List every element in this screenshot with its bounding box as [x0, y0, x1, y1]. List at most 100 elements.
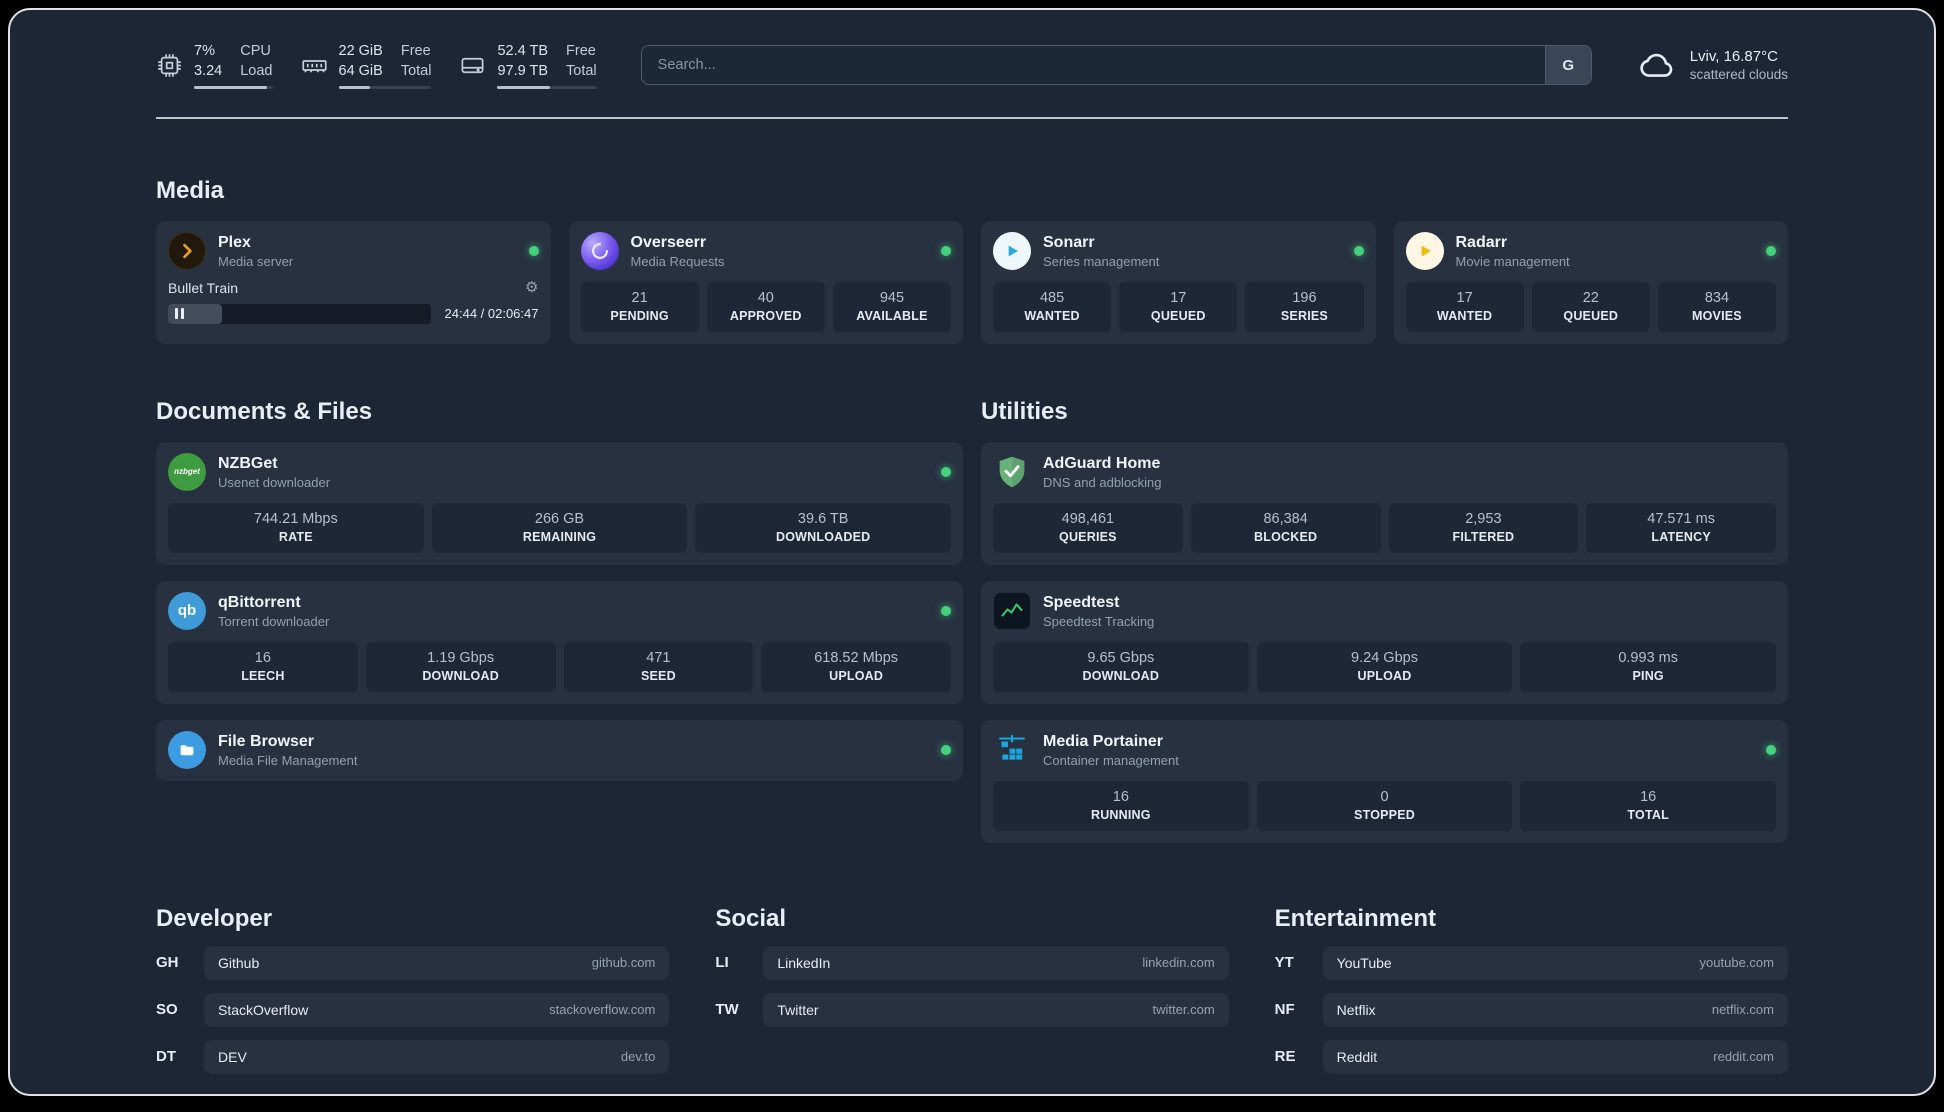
nzbget-icon: nzbget — [168, 452, 206, 491]
bookmark-domain: stackoverflow.com — [549, 1002, 656, 1018]
stat-value: 16 — [1640, 788, 1657, 805]
search-bar: G — [640, 45, 1592, 86]
search-provider-button[interactable]: G — [1544, 46, 1591, 85]
bookmark-row-dev: DT DEV dev.to — [156, 1039, 670, 1074]
stat-label: LATENCY — [1651, 529, 1711, 544]
stat-value: 16 — [1112, 788, 1129, 805]
stat-value: 1.19 Gbps — [427, 649, 495, 666]
stat-label: AVAILABLE — [856, 308, 928, 323]
bookmark-domain: reddit.com — [1713, 1049, 1774, 1065]
stat-tile: 0.993 ms PING — [1520, 641, 1777, 692]
cpu-load-value: 3.24 — [194, 62, 223, 79]
radarr-service-link[interactable]: Radarr Movie management — [1405, 231, 1776, 270]
stat-tile: 16 TOTAL — [1520, 780, 1777, 831]
service-card-radarr: Radarr Movie management 17 WANTED 22 QUE… — [1393, 220, 1788, 344]
service-card-adguard: AdGuard Home DNS and adblocking 498,461 … — [981, 441, 1788, 565]
stat-label: DOWNLOAD — [422, 668, 499, 683]
bookmark-link-netflix[interactable]: Netflix netflix.com — [1322, 992, 1788, 1027]
stat-tile: 39.6 TB DOWNLOADED — [695, 502, 952, 553]
bookmark-abbr: RE — [1274, 1048, 1296, 1066]
section-title-developer: Developer — [156, 904, 273, 932]
service-subtitle: DNS and adblocking — [1043, 474, 1162, 490]
stat-value: 498,461 — [1061, 510, 1115, 527]
adguard-shield-icon — [993, 453, 1031, 491]
bookmark-link-dev[interactable]: DEV dev.to — [204, 1039, 670, 1074]
playback-progress-bar[interactable] — [168, 303, 431, 324]
stat-tile: 1.19 Gbps DOWNLOAD — [365, 641, 556, 692]
overseerr-service-link[interactable]: Overseerr Media Requests — [580, 231, 951, 270]
bookmark-link-twitter[interactable]: Twitter twitter.com — [763, 992, 1229, 1027]
bookmark-link-reddit[interactable]: Reddit reddit.com — [1322, 1039, 1788, 1074]
bookmark-domain: youtube.com — [1699, 955, 1774, 971]
stat-label: QUEUED — [1150, 308, 1206, 323]
speedtest-service-link[interactable]: Speedtest Speedtest Tracking — [993, 591, 1776, 630]
stat-value: 47.571 ms — [1647, 510, 1715, 527]
service-subtitle: Usenet downloader — [218, 474, 331, 490]
disk-total-label: Total — [566, 62, 597, 79]
stat-label: TOTAL — [1627, 807, 1669, 822]
stat-label: LEECH — [241, 668, 285, 683]
adguard-service-link[interactable]: AdGuard Home DNS and adblocking — [993, 453, 1776, 491]
bookmark-group-entertainment: Entertainment YT YouTube youtube.com NF … — [1275, 905, 1788, 1074]
service-subtitle: Speedtest Tracking — [1043, 613, 1155, 629]
bookmark-row-netflix: NF Netflix netflix.com — [1274, 992, 1788, 1027]
portainer-service-link[interactable]: Media Portainer Container management — [993, 731, 1776, 769]
stat-tile: 16 LEECH — [168, 641, 358, 692]
bookmark-row-github: GH Github github.com — [156, 945, 670, 980]
bookmark-name: Github — [218, 954, 260, 971]
service-card-overseerr: Overseerr Media Requests 21 PENDING 40 A… — [568, 220, 963, 344]
bookmark-abbr: YT — [1274, 954, 1294, 972]
stat-tile: 17 WANTED — [1405, 281, 1524, 332]
status-dot — [1353, 245, 1364, 256]
search-input[interactable] — [641, 46, 1545, 85]
cpu-label: CPU — [240, 43, 271, 59]
weather-location: Lviv, 16.87°C — [1689, 48, 1778, 66]
bookmark-name: DEV — [218, 1048, 247, 1065]
status-dot — [1766, 245, 1776, 256]
stat-value: 485 — [1039, 289, 1065, 306]
bookmark-link-stackoverflow[interactable]: StackOverflow stackoverflow.com — [204, 992, 670, 1027]
stat-label: UPLOAD — [829, 668, 884, 683]
bookmark-link-github[interactable]: Github github.com — [204, 945, 670, 980]
service-subtitle: Container management — [1043, 752, 1179, 768]
stat-tile: 0 STOPPED — [1256, 780, 1513, 831]
stat-tile: 21 PENDING — [580, 281, 699, 332]
bookmark-domain: twitter.com — [1152, 1002, 1215, 1018]
stat-value: 0 — [1380, 788, 1389, 805]
stat-value: 0.993 ms — [1618, 649, 1678, 666]
bookmark-link-youtube[interactable]: YouTube youtube.com — [1322, 945, 1788, 980]
portainer-icon — [993, 731, 1031, 769]
qbittorrent-service-link[interactable]: qb qBittorrent Torrent downloader — [168, 591, 951, 630]
stat-label: DOWNLOAD — [1082, 668, 1160, 683]
stat-tile: 834 MOVIES — [1657, 281, 1777, 332]
cpu-load-label: Load — [240, 62, 273, 79]
service-name: NZBGet — [218, 454, 278, 472]
stat-label: REMAINING — [522, 529, 597, 544]
bookmark-abbr: GH — [156, 954, 179, 972]
plex-now-playing: Bullet Train ⚙ 24:44 / 02:06:47 — [168, 280, 539, 324]
bookmark-abbr: LI — [715, 954, 729, 972]
service-subtitle: Movie management — [1455, 253, 1570, 269]
now-playing-title: Bullet Train — [168, 279, 239, 296]
bookmark-link-linkedin[interactable]: LinkedIn linkedin.com — [763, 945, 1229, 980]
gear-icon[interactable]: ⚙ — [525, 280, 538, 295]
bookmark-abbr: NF — [1274, 1001, 1295, 1019]
filebrowser-service-link[interactable]: File Browser Media File Management — [168, 730, 951, 769]
status-dot — [941, 466, 951, 477]
filebrowser-icon — [168, 730, 206, 769]
stat-tile: 485 WANTED — [993, 281, 1112, 332]
section-title-utilities: Utilities — [981, 397, 1068, 425]
stat-value: 196 — [1292, 289, 1317, 306]
weather-widget: Lviv, 16.87°C scattered clouds — [1636, 44, 1788, 86]
playback-time: 24:44 / 02:06:47 — [444, 306, 539, 322]
pause-button[interactable] — [175, 308, 184, 320]
bookmark-row-youtube: YT YouTube youtube.com — [1274, 945, 1788, 980]
header-divider — [156, 116, 1788, 119]
stat-tile: 744.21 Mbps RATE — [168, 502, 424, 553]
plex-service-link[interactable]: Plex Media server — [168, 231, 539, 270]
sonarr-service-link[interactable]: Sonarr Series management — [993, 231, 1364, 270]
stat-label: WANTED — [1436, 308, 1493, 323]
nzbget-service-link[interactable]: nzbget NZBGet Usenet downloader — [168, 452, 951, 491]
dashboard-panel: 7% CPU 3.24 Load 22 GiB Free 64 GiB Tota… — [8, 8, 1936, 1096]
cpu-usage-bar — [194, 85, 273, 89]
